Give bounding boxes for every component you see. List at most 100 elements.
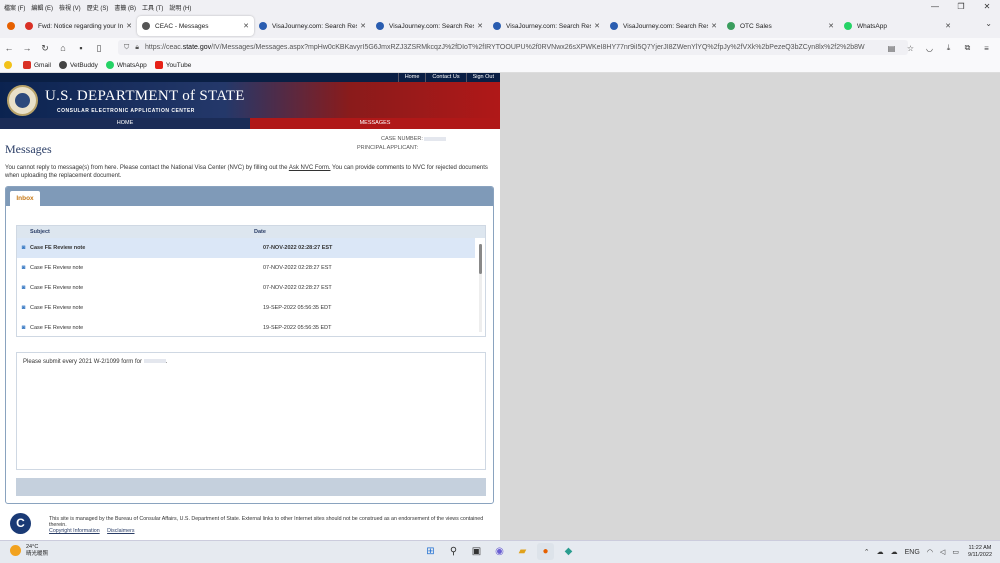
table-row[interactable]: ◙ Case FE Review note 07-NOV-2022 02:28:… xyxy=(17,238,475,258)
menu-tools[interactable]: 工具 (T) xyxy=(142,3,163,12)
chat-icon[interactable]: ◉ xyxy=(491,543,508,560)
window-controls: — ❐ ✕ xyxy=(922,0,1000,14)
menu-history[interactable]: 歷史 (S) xyxy=(87,3,109,12)
minimize-icon[interactable]: — xyxy=(922,0,948,14)
gmail-icon xyxy=(23,61,31,69)
nav-messages[interactable]: MESSAGES xyxy=(250,118,500,129)
menu-help[interactable]: 說明 (H) xyxy=(169,3,191,12)
weather-widget[interactable]: 24°C 晴光暖照 xyxy=(10,544,48,557)
bookmark-star-icon[interactable]: ☆ xyxy=(901,44,920,53)
bookmark-youtube[interactable]: YouTube xyxy=(154,61,191,69)
cloud-icon[interactable]: ☁ xyxy=(877,548,884,556)
forward-icon[interactable]: → xyxy=(18,43,36,53)
reader-view-icon[interactable]: ▤ xyxy=(882,44,901,53)
table-row[interactable]: ◙ Case FE Review note 07-NOV-2022 02:28:… xyxy=(17,258,475,278)
tab-visajourney-2[interactable]: VisaJourney.com: Search Resu ✕ xyxy=(371,16,488,36)
onedrive-icon[interactable]: ☁ xyxy=(891,548,898,556)
reload-icon[interactable]: ↻ xyxy=(36,43,54,54)
close-tab-icon[interactable]: ✕ xyxy=(126,22,132,30)
back-icon[interactable]: ← xyxy=(0,43,18,53)
top-link-contact[interactable]: Contact Us xyxy=(425,73,465,82)
nav-home[interactable]: HOME xyxy=(0,118,250,129)
tab-inbox[interactable]: Inbox xyxy=(10,191,40,206)
panel-footer-bar xyxy=(16,478,486,496)
close-tab-icon[interactable]: ✕ xyxy=(828,22,834,30)
tab-list-icon[interactable]: ⌄ xyxy=(985,19,992,28)
table-row[interactable]: ◙ Case FE Review note 19-SEP-2022 05:56:… xyxy=(17,318,475,338)
wifi-icon[interactable]: ◠ xyxy=(927,548,933,556)
close-tab-icon[interactable]: ✕ xyxy=(360,22,366,30)
downloads-icon[interactable]: ⤓ xyxy=(939,43,958,53)
tab-whatsapp[interactable]: WhatsApp ✕ xyxy=(839,16,956,36)
menu-file[interactable]: 檔案 (F) xyxy=(4,3,25,12)
column-date[interactable]: Date xyxy=(254,229,266,235)
pocket-icon[interactable]: ◡ xyxy=(920,44,939,53)
close-tab-icon[interactable]: ✕ xyxy=(477,22,483,30)
shield-icon[interactable]: ⛉ xyxy=(124,44,129,52)
message-body: Please submit every 2021 W-2/1099 form f… xyxy=(16,352,486,470)
page-footer: C This site is managed by the Bureau of … xyxy=(0,513,500,540)
disclaimers-link[interactable]: Disclaimers xyxy=(107,528,134,534)
firefox-view-tab[interactable] xyxy=(2,16,20,36)
table-row[interactable]: ◙ Case FE Review note 19-SEP-2022 05:56:… xyxy=(17,298,475,318)
case-info: CASE NUMBER: PRINCIPAL APPLICANT: xyxy=(357,135,447,153)
message-icon: ◙ xyxy=(21,325,26,331)
tab-gmail[interactable]: Fwd: Notice regarding your In ✕ xyxy=(20,16,137,36)
top-link-signout[interactable]: Sign Out xyxy=(465,73,500,82)
menu-icon[interactable]: ≡ xyxy=(977,44,996,53)
close-tab-icon[interactable]: ✕ xyxy=(243,22,249,30)
bookmark-smiley[interactable] xyxy=(4,61,15,69)
footer-links: Copyright Information Disclaimers xyxy=(49,528,141,534)
table-row[interactable]: ◙ Case FE Review note 07-NOV-2022 02:28:… xyxy=(17,278,475,298)
tab-visajourney-1[interactable]: VisaJourney.com: Search Resu ✕ xyxy=(254,16,371,36)
menu-view[interactable]: 檢視 (V) xyxy=(59,3,81,12)
ask-nvc-link[interactable]: Ask NVC Form. xyxy=(289,165,331,171)
close-window-icon[interactable]: ✕ xyxy=(974,0,1000,14)
column-subject[interactable]: Subject xyxy=(17,229,254,235)
messages-scrollbar[interactable] xyxy=(479,244,482,332)
search-icon[interactable]: ⚲ xyxy=(445,543,462,560)
chevron-up-icon[interactable]: ⌃ xyxy=(864,548,870,556)
whatsapp-icon xyxy=(105,61,114,69)
site-nav: HOME MESSAGES xyxy=(0,118,500,129)
close-tab-icon[interactable]: ✕ xyxy=(945,22,951,30)
volume-icon[interactable]: ◁ xyxy=(940,548,945,556)
app-icon[interactable]: ◆ xyxy=(560,543,577,560)
top-link-home[interactable]: Home xyxy=(397,73,426,82)
visajourney-icon xyxy=(259,22,267,30)
url-prefix: https://ceac. xyxy=(144,44,183,51)
copyright-link[interactable]: Copyright Information xyxy=(49,528,100,534)
clock[interactable]: 11:22 AM 9/11/2022 xyxy=(968,545,992,559)
bookmark-gmail[interactable]: Gmail xyxy=(23,61,51,69)
task-view-icon[interactable]: ▣ xyxy=(468,543,485,560)
menu-bar: 檔案 (F) 編輯 (E) 檢視 (V) 歷史 (S) 書籤 (B) 工具 (T… xyxy=(0,0,1000,14)
restore-icon[interactable]: ❐ xyxy=(948,0,974,14)
home-icon[interactable]: ⌂ xyxy=(54,43,72,53)
whatsapp-icon xyxy=(844,22,852,30)
bookmark-whatsapp[interactable]: WhatsApp xyxy=(105,61,147,69)
tab-visajourney-3[interactable]: VisaJourney.com: Search Resu ✕ xyxy=(488,16,605,36)
file-explorer-icon[interactable]: ▰ xyxy=(514,543,531,560)
close-tab-icon[interactable]: ✕ xyxy=(711,22,717,30)
gmail-icon xyxy=(25,22,33,30)
scroll-thumb[interactable] xyxy=(479,244,482,274)
globe-icon xyxy=(58,61,67,69)
menu-edit[interactable]: 編輯 (E) xyxy=(31,3,53,12)
messages-table: Subject Date ◙ Case FE Review note 07-NO… xyxy=(16,225,486,337)
tab-visajourney-4[interactable]: VisaJourney.com: Search Resu ✕ xyxy=(605,16,722,36)
extensions-icon[interactable]: ⧉ xyxy=(958,43,977,53)
lock-icon[interactable]: 🔒︎ xyxy=(135,44,139,52)
tab-ceac[interactable]: CEAC - Messages ✕ xyxy=(137,16,254,36)
menu-bookmarks[interactable]: 書籤 (B) xyxy=(114,3,136,12)
battery-icon[interactable]: ▭ xyxy=(952,548,959,556)
language-indicator[interactable]: ENG xyxy=(905,549,920,556)
extension-icon[interactable]: ▪ xyxy=(72,43,90,53)
notice-text: You cannot reply to message(s) from here… xyxy=(5,165,488,179)
url-bar[interactable]: ⛉ 🔒︎ https://ceac. state.gov/IV/Messages/… xyxy=(118,40,908,55)
sidebar-icon[interactable]: ▯ xyxy=(90,43,108,54)
close-tab-icon[interactable]: ✕ xyxy=(594,22,600,30)
windows-start-icon[interactable]: ⊞ xyxy=(422,543,439,560)
tab-otc-sales[interactable]: OTC Sales ✕ xyxy=(722,16,839,36)
bookmark-vetbuddy[interactable]: VetBuddy xyxy=(58,61,98,69)
firefox-icon[interactable]: ● xyxy=(537,543,554,560)
